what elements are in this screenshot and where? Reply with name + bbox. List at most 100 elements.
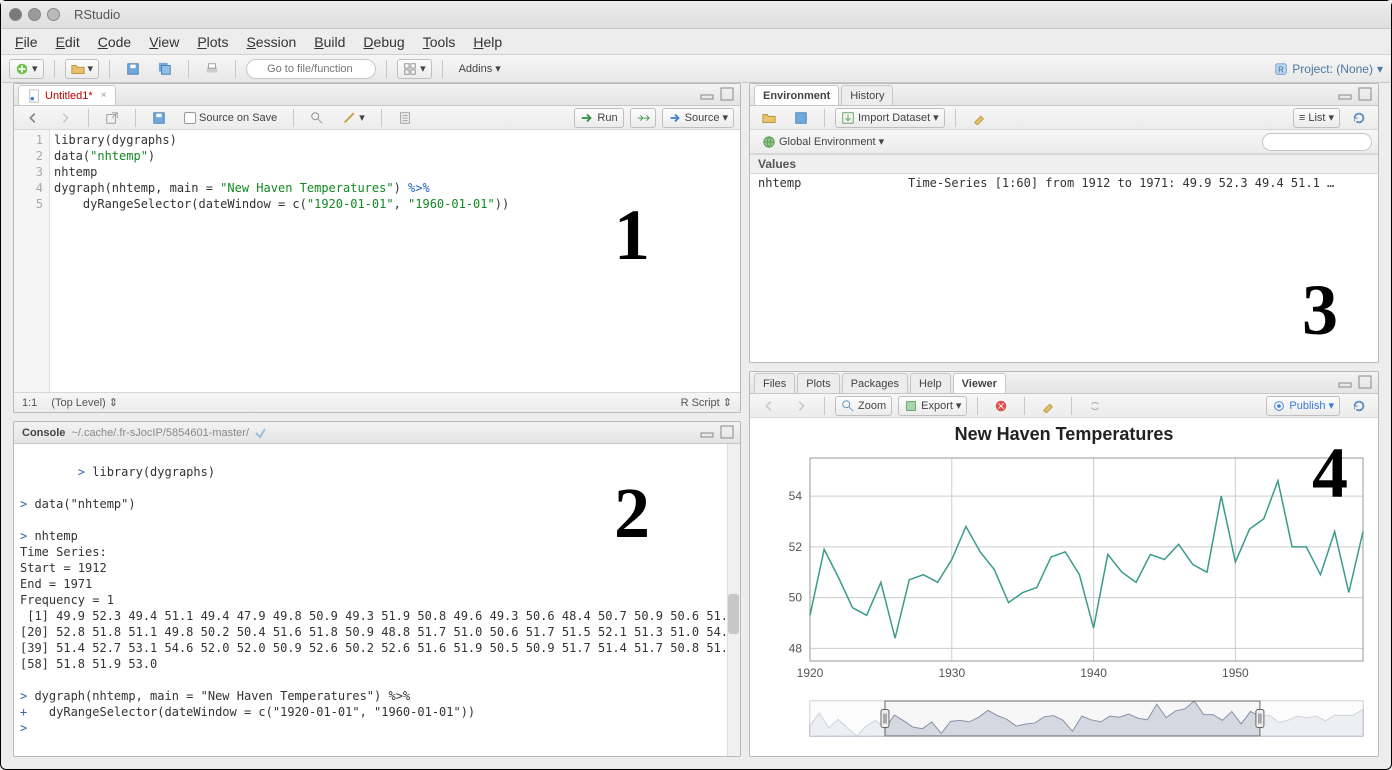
remove-viewer-button[interactable] — [988, 396, 1014, 416]
notebook-button[interactable] — [392, 108, 418, 128]
menu-tools[interactable]: Tools — [423, 34, 456, 50]
svg-text:52: 52 — [789, 540, 803, 554]
run-button[interactable]: Run — [574, 108, 623, 128]
minimize-pane-icon[interactable] — [700, 87, 714, 101]
r-file-icon — [27, 89, 41, 103]
refresh-viewer-button[interactable] — [1346, 396, 1372, 416]
addins-button[interactable]: Addins ▾ — [453, 59, 507, 79]
minimize-pane-icon[interactable] — [700, 425, 714, 439]
tab-history[interactable]: History — [841, 85, 893, 105]
overlay-number-4: 4 — [1312, 432, 1348, 515]
maximize-pane-icon[interactable] — [720, 425, 734, 439]
window-title: RStudio — [74, 7, 120, 22]
refresh-icon — [1352, 111, 1366, 125]
source-button[interactable]: Source ▾ — [662, 108, 734, 128]
svg-text:1950: 1950 — [1222, 666, 1249, 680]
tab-plots[interactable]: Plots — [797, 373, 839, 393]
maximize-pane-icon[interactable] — [1358, 375, 1372, 389]
range-handle[interactable] — [881, 710, 889, 728]
disk-icon — [152, 111, 166, 125]
console-path-icon[interactable] — [253, 426, 267, 440]
env-search-input[interactable] — [1262, 133, 1372, 151]
grid-icon — [403, 62, 417, 76]
open-file-button[interactable]: ▾ — [65, 59, 100, 79]
wand-button[interactable]: ▾ — [336, 108, 371, 128]
export-icon — [904, 399, 918, 413]
folder-open-icon — [71, 62, 85, 76]
dygraph-chart[interactable]: 485052541920193019401950 — [750, 418, 1378, 756]
import-dataset-button[interactable]: Import Dataset ▾ — [835, 108, 945, 128]
wand-icon — [342, 111, 356, 125]
maximize-pane-icon[interactable] — [720, 87, 734, 101]
load-workspace-button[interactable] — [756, 108, 782, 128]
arrow-right-icon — [58, 111, 72, 125]
sync-icon — [1088, 399, 1102, 413]
viewer-back-button[interactable] — [756, 396, 782, 416]
env-row[interactable]: nhtempTime-Series [1:60] from 1912 to 19… — [750, 174, 1378, 192]
import-icon — [841, 111, 855, 125]
source-pane: Untitled1* × Source on Save ▾ — [13, 83, 741, 413]
minimize-pane-icon[interactable] — [1338, 375, 1352, 389]
env-scope-button[interactable]: Global Environment ▾ — [756, 132, 890, 152]
globe-icon — [762, 135, 776, 149]
menu-help[interactable]: Help — [473, 34, 502, 50]
tab-viewer[interactable]: Viewer — [953, 373, 1006, 393]
tab-files[interactable]: Files — [754, 373, 795, 393]
viewer-forward-button[interactable] — [788, 396, 814, 416]
arrow-left-icon — [762, 399, 776, 413]
menu-plots[interactable]: Plots — [197, 34, 228, 50]
source-tab[interactable]: Untitled1* × — [18, 85, 116, 105]
clear-viewer-button[interactable] — [1035, 396, 1061, 416]
scope-indicator[interactable]: (Top Level) ⇕ — [51, 396, 118, 409]
rerun-button[interactable] — [630, 108, 656, 128]
print-button[interactable] — [199, 59, 225, 79]
popout-button[interactable] — [99, 108, 125, 128]
console-path: ~/.cache/.fr-sJocIP/5854601-master/ — [71, 427, 249, 439]
project-menu[interactable]: R Project: (None) ▾ — [1274, 62, 1383, 76]
tab-packages[interactable]: Packages — [842, 373, 908, 393]
find-button[interactable] — [304, 108, 330, 128]
save-button[interactable] — [120, 59, 146, 79]
refresh-env-button[interactable] — [1346, 108, 1372, 128]
view-mode-button[interactable]: ≡ List ▾ — [1293, 108, 1340, 128]
window-maximize-icon[interactable] — [47, 8, 60, 21]
forward-button[interactable] — [52, 108, 78, 128]
tab-environment[interactable]: Environment — [754, 85, 839, 105]
maximize-pane-icon[interactable] — [1358, 87, 1372, 101]
disk-all-icon — [158, 62, 172, 76]
zoom-button[interactable]: Zoom — [835, 396, 892, 416]
menu-code[interactable]: Code — [98, 34, 131, 50]
menu-file[interactable]: File — [15, 34, 38, 50]
menu-view[interactable]: View — [149, 34, 179, 50]
file-type-indicator[interactable]: R Script ⇕ — [681, 396, 732, 409]
menu-debug[interactable]: Debug — [363, 34, 404, 50]
disk-icon — [126, 62, 140, 76]
sync-button[interactable] — [1082, 396, 1108, 416]
save-workspace-button[interactable] — [788, 108, 814, 128]
viewer-content[interactable]: New Haven Temperatures 48505254192019301… — [750, 418, 1378, 756]
range-handle[interactable] — [1256, 710, 1264, 728]
tab-help[interactable]: Help — [910, 373, 951, 393]
menu-session[interactable]: Session — [246, 34, 296, 50]
grid-button[interactable]: ▾ — [397, 59, 432, 79]
clear-workspace-button[interactable] — [966, 108, 992, 128]
new-file-button[interactable]: ▾ — [9, 59, 44, 79]
goto-input[interactable] — [246, 59, 376, 79]
minimize-pane-icon[interactable] — [1338, 87, 1352, 101]
svg-text:48: 48 — [789, 641, 803, 655]
save-source-button[interactable] — [146, 108, 172, 128]
source-on-save-toggle[interactable]: Source on Save — [178, 108, 283, 128]
overlay-number-2: 2 — [614, 472, 650, 555]
window-minimize-icon[interactable] — [28, 8, 41, 21]
menu-build[interactable]: Build — [314, 34, 345, 50]
menu-edit[interactable]: Edit — [56, 34, 80, 50]
close-tab-icon[interactable]: × — [101, 90, 107, 101]
arrow-right-icon — [794, 399, 808, 413]
console-scrollbar[interactable] — [727, 444, 740, 756]
export-button[interactable]: Export ▾ — [898, 396, 967, 416]
svg-text:50: 50 — [789, 591, 803, 605]
save-all-button[interactable] — [152, 59, 178, 79]
publish-button[interactable]: Publish ▾ — [1266, 396, 1340, 416]
window-close-icon[interactable] — [9, 8, 22, 21]
back-button[interactable] — [20, 108, 46, 128]
